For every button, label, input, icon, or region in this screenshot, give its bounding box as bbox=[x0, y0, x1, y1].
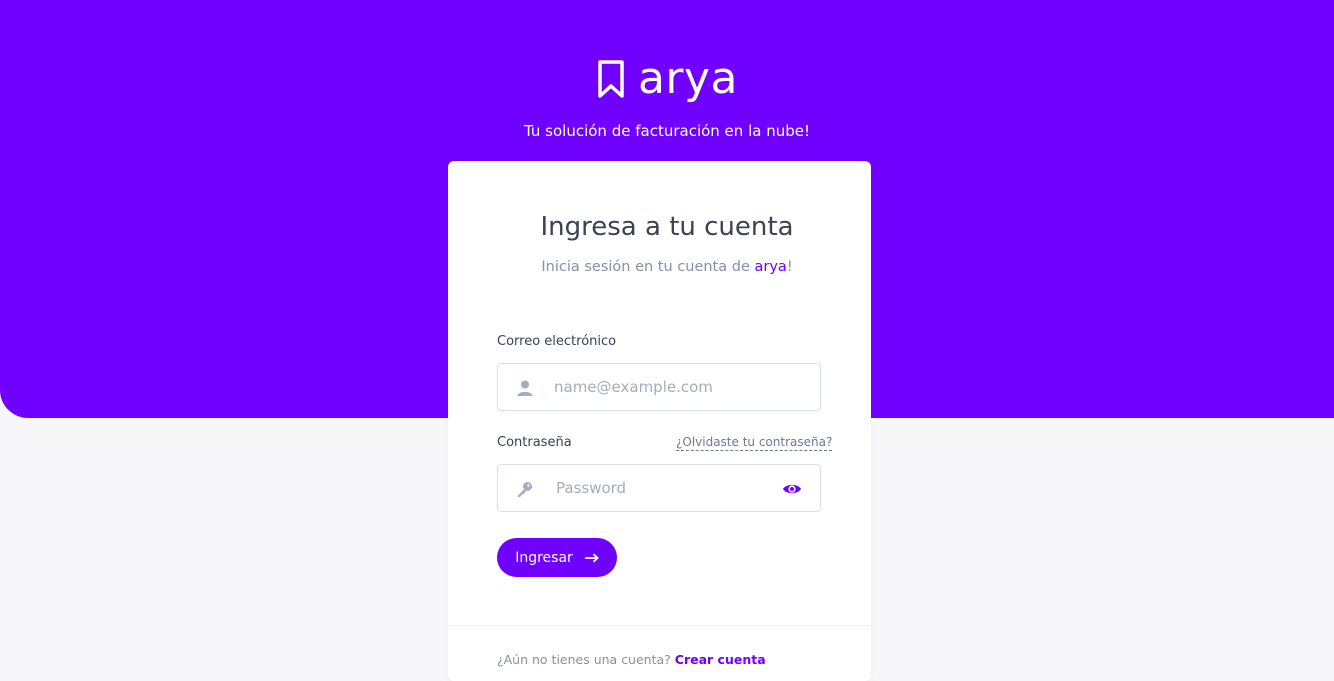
login-subtitle: Inicia sesión en tu cuenta de arya! bbox=[0, 257, 1334, 277]
password-field[interactable] bbox=[497, 464, 821, 512]
login-title: Ingresa a tu cuenta bbox=[540, 212, 794, 242]
key-icon bbox=[518, 482, 532, 497]
email-label: Correo electrónico bbox=[497, 334, 617, 349]
signup-prompt: ¿Aún no tienes una cuenta? Crear cuenta bbox=[497, 652, 766, 668]
arrow-right-icon bbox=[584, 553, 599, 562]
signup-prompt-text: ¿Aún no tienes una cuenta? bbox=[497, 652, 671, 667]
subtitle-suffix: ! bbox=[786, 259, 793, 275]
bookmark-icon bbox=[598, 60, 624, 98]
card-divider bbox=[448, 625, 871, 626]
forgot-password-link[interactable]: ¿Olvidaste tu contraseña? bbox=[676, 434, 833, 451]
password-input[interactable] bbox=[554, 465, 778, 511]
login-button-label: Ingresar bbox=[515, 549, 573, 566]
subtitle-prefix: Inicia sesión en tu cuenta de bbox=[541, 259, 755, 275]
eye-icon[interactable] bbox=[782, 479, 802, 499]
brand-logo[interactable]: arya bbox=[0, 56, 1334, 102]
create-account-link[interactable]: Crear cuenta bbox=[675, 652, 766, 667]
subtitle-brand: arya bbox=[754, 259, 787, 275]
login-button[interactable]: Ingresar bbox=[497, 538, 617, 577]
brand-name: arya bbox=[637, 53, 739, 104]
password-label: Contraseña bbox=[497, 435, 572, 450]
email-input[interactable] bbox=[552, 364, 816, 410]
brand-tagline: Tu solución de facturación en la nube! bbox=[524, 122, 810, 140]
email-field[interactable] bbox=[497, 363, 821, 411]
user-icon bbox=[517, 380, 533, 396]
